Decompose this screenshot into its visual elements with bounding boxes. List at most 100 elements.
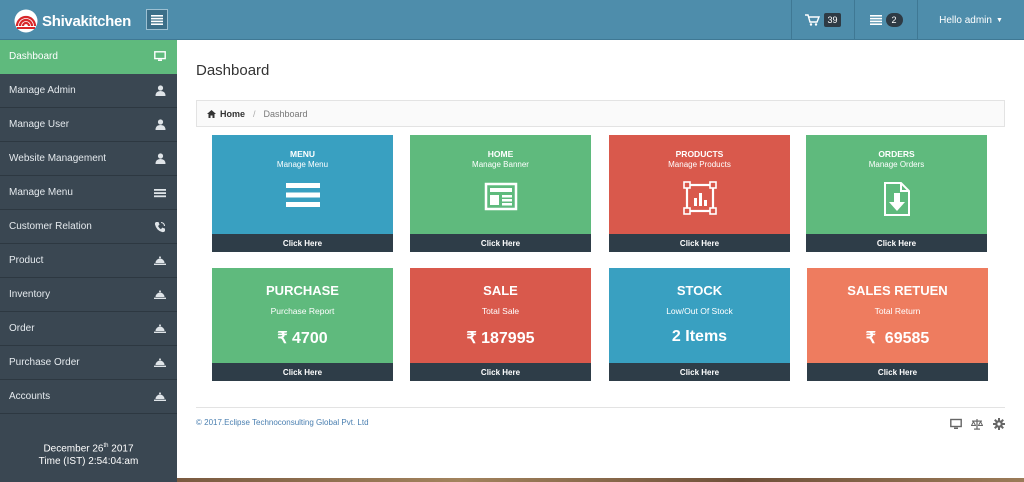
brand-logo-icon: [14, 9, 38, 33]
card-body: SALES RETUEN Total Return ₹ 69585: [807, 268, 988, 363]
card-title: HOME: [487, 149, 514, 159]
sidebar-item-label: Customer Relation: [9, 221, 92, 232]
sidebar-item-inventory[interactable]: Inventory: [0, 278, 177, 312]
list-icon: [153, 187, 167, 199]
card-sale[interactable]: SALE Total Sale ₹ 187995 Click Here: [410, 268, 591, 381]
card-body: ORDERS Manage Orders: [806, 135, 987, 234]
card-sales-return[interactable]: SALES RETUEN Total Return ₹ 69585 Click …: [807, 268, 988, 381]
card-subtitle: Total Return: [874, 306, 921, 316]
card-footer-link[interactable]: Click Here: [212, 363, 393, 381]
breadcrumb-current: Dashboard: [263, 108, 308, 119]
card-subtitle: Manage Products: [668, 160, 731, 169]
sidebar-item-manage-menu[interactable]: Manage Menu: [0, 176, 177, 210]
card-subtitle: Low/Out Of Stock: [666, 306, 733, 316]
newspaper-icon: [484, 182, 517, 211]
card-body: MENU Manage Menu: [212, 135, 393, 234]
card-subtitle: Total Sale: [481, 306, 520, 316]
task-count-badge: 2: [885, 13, 903, 27]
card-stock[interactable]: STOCK Low/Out Of Stock 2 Items Click Her…: [609, 268, 790, 381]
card-footer-link[interactable]: Click Here: [806, 234, 987, 252]
card-subtitle: Manage Menu: [276, 160, 329, 169]
logo[interactable]: Shivakitchen: [14, 9, 131, 33]
gear-icon[interactable]: [993, 418, 1005, 430]
sidebar-item-purchase-order[interactable]: Purchase Order: [0, 346, 177, 380]
card-footer-link[interactable]: Click Here: [410, 234, 591, 252]
list-icon: [869, 15, 882, 25]
sidebar: Dashboard Manage Admin Manage User Website …: [0, 40, 177, 482]
sidebar-item-label: Purchase Order: [9, 357, 80, 368]
sidebar-item-label: Website Management: [9, 153, 107, 164]
cart-count-badge: 39: [824, 13, 841, 27]
card-title: ORDERS: [878, 149, 915, 159]
caret-down-icon: ▼: [995, 16, 1003, 24]
brand-name: Shivakitchen: [42, 12, 131, 30]
sidebar-item-label: Accounts: [9, 391, 51, 402]
sidebar-item-label: Dashboard: [9, 51, 58, 62]
page-title: Dashboard: [196, 62, 270, 79]
sidebar-datetime: December 26th 2017 Time (IST) 2:54:04:am: [0, 440, 177, 468]
date-year: 2017: [111, 443, 134, 455]
sidebar-item-manage-user[interactable]: Manage User: [0, 108, 177, 142]
user-icon: [153, 85, 167, 97]
card-value: 2 Items: [671, 328, 728, 345]
card-title: PRODUCTS: [675, 149, 724, 159]
breadcrumb: Home / Dashboard: [196, 100, 1005, 127]
card-title: SALE: [483, 283, 518, 298]
breadcrumb-separator: /: [253, 108, 256, 119]
card-orders[interactable]: ORDERS Manage Orders Click Here: [806, 135, 987, 252]
sidebar-item-website-management[interactable]: Website Management: [0, 142, 177, 176]
card-subtitle: Purchase Report: [270, 306, 335, 316]
balance-scale-icon[interactable]: [971, 418, 983, 430]
cloche-icon: [153, 255, 167, 267]
tasks-button[interactable]: 2: [854, 0, 917, 40]
sidebar-item-label: Manage User: [9, 119, 70, 130]
breadcrumb-home[interactable]: Home: [207, 109, 245, 119]
home-icon: [207, 109, 216, 118]
date-suffix: th: [103, 443, 109, 449]
cloche-icon: [153, 289, 167, 301]
card-footer-link[interactable]: Click Here: [609, 363, 790, 381]
breadcrumb-home-label: Home: [220, 108, 246, 119]
chart-frame-icon: [682, 181, 717, 215]
card-title: MENU: [289, 149, 316, 159]
card-title: SALES RETUEN: [847, 283, 948, 298]
sidebar-item-label: Manage Admin: [9, 85, 76, 96]
sidebar-item-customer-relation[interactable]: Customer Relation: [0, 210, 177, 244]
user-menu[interactable]: Hello admin ▼: [917, 0, 1024, 40]
sidebar-item-manage-admin[interactable]: Manage Admin: [0, 74, 177, 108]
footer-divider: [196, 407, 1005, 408]
user-icon: [153, 119, 167, 131]
cloche-icon: [153, 323, 167, 335]
sidebar-item-accounts[interactable]: Accounts: [0, 380, 177, 414]
user-icon: [153, 153, 167, 165]
card-footer-link[interactable]: Click Here: [410, 363, 591, 381]
card-footer-link[interactable]: Click Here: [212, 234, 393, 252]
card-menu[interactable]: MENU Manage Menu Click Here: [212, 135, 393, 252]
card-value: ₹ 4700: [277, 330, 328, 347]
cart-button[interactable]: 39: [791, 0, 854, 40]
card-body: PURCHASE Purchase Report ₹ 4700: [212, 268, 393, 363]
cloche-icon: [153, 357, 167, 369]
sidebar-item-product[interactable]: Product: [0, 244, 177, 278]
card-products[interactable]: PRODUCTS Manage Products Click Here: [609, 135, 790, 252]
phone-icon: [153, 221, 167, 233]
monitor-icon[interactable]: [950, 418, 962, 430]
card-footer-link[interactable]: Click Here: [609, 234, 790, 252]
sidebar-toggle-button[interactable]: [146, 9, 168, 30]
copyright-text: © 2017.Eclipse Technoconsulting Global P…: [196, 418, 369, 427]
sidebar-item-label: Inventory: [9, 289, 51, 300]
sidebar-item-dashboard[interactable]: Dashboard: [0, 40, 177, 74]
time-display: Time (IST) 2:54:04:am: [38, 456, 139, 468]
sidebar-item-order[interactable]: Order: [0, 312, 177, 346]
card-subtitle: Manage Orders: [868, 160, 925, 169]
download-doc-icon: [883, 182, 910, 216]
card-title: PURCHASE: [266, 283, 339, 298]
monitor-icon: [153, 51, 167, 63]
card-purchase[interactable]: PURCHASE Purchase Report ₹ 4700 Click He…: [212, 268, 393, 381]
card-footer-link[interactable]: Click Here: [807, 363, 988, 381]
hamburger-icon: [151, 14, 163, 25]
cloche-icon: [153, 391, 167, 403]
card-body: STOCK Low/Out Of Stock 2 Items: [609, 268, 790, 363]
card-value: ₹ 69585: [865, 330, 930, 347]
card-home[interactable]: HOME Manage Banner Click Here: [410, 135, 591, 252]
